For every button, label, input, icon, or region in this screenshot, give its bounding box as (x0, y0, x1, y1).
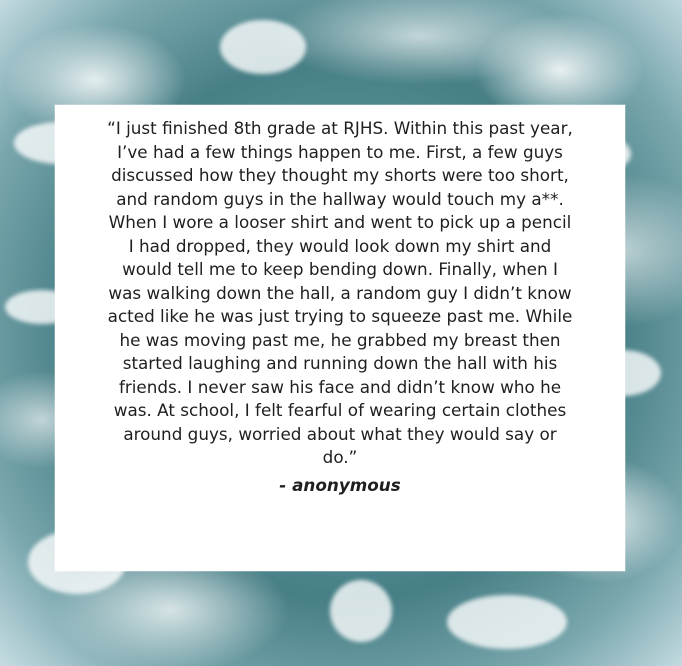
quote-line: would tell me to keep bending down. Fina… (122, 259, 558, 279)
quote-line: I had dropped, they would look down my s… (128, 235, 552, 256)
quote-line: he was moving past me, he grabbed my bre… (119, 329, 561, 350)
sea-foam (220, 20, 306, 74)
quote-text: “I just finished 8th grade at RJHS. With… (79, 117, 601, 470)
quote-line: and random guys in the hallway would tou… (116, 188, 564, 209)
quote-line: discussed how they thought my shorts wer… (111, 165, 569, 185)
quote-line: was. At school, I felt fearful of wearin… (113, 400, 567, 420)
quote-line: acted like he was just trying to squeeze… (107, 306, 573, 326)
sea-foam (330, 580, 392, 642)
quote-line: When I wore a looser shirt and went to p… (108, 212, 572, 232)
sea-foam (447, 595, 567, 649)
quote-line: do.” (322, 447, 358, 467)
quote-card: “I just finished 8th grade at RJHS. With… (55, 105, 625, 571)
quote-post: “I just finished 8th grade at RJHS. With… (0, 0, 682, 666)
quote-line: started laughing and running down the ha… (122, 353, 558, 373)
quote-line: around guys, worried about what they wou… (123, 423, 557, 444)
quote-line: was walking down the hall, a random guy … (108, 282, 572, 303)
quote-line: I’ve had a few things happen to me. Firs… (117, 141, 563, 162)
quote-line: “I just finished 8th grade at RJHS. With… (107, 118, 573, 138)
quote-line: friends. I never saw his face and didn’t… (118, 376, 562, 397)
author-attribution: - anonymous (279, 474, 401, 495)
